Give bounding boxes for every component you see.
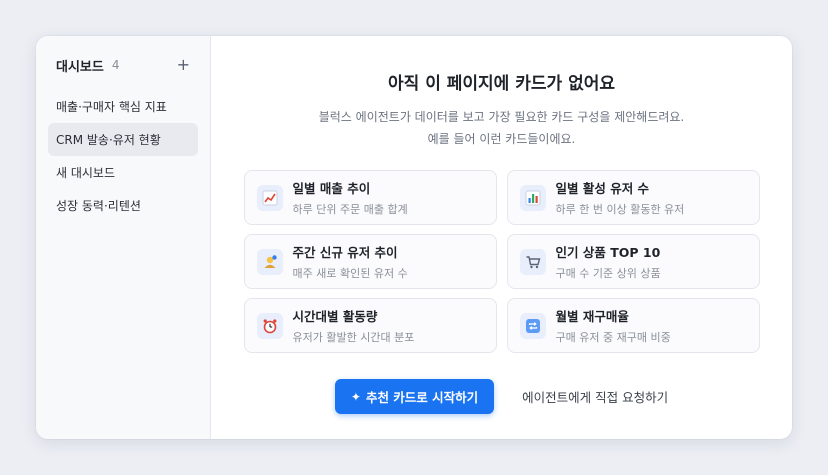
add-dashboard-icon[interactable]: +: [177, 57, 190, 73]
card-title: 일별 매출 추이: [292, 181, 371, 196]
card-description: 하루 단위 주문 매출 합계: [292, 203, 408, 216]
dashboard-count-badge: 4: [111, 58, 120, 72]
sidebar-header: 대시보드 4 +: [48, 54, 198, 76]
card-title: 주간 신규 유저 추이: [292, 245, 398, 260]
description-line-2: 예를 들어 이런 카드들이에요.: [427, 132, 576, 146]
suggested-card-daily-active-users[interactable]: 일별 활성 유저 수 하루 한 번 이상 활동한 유저: [506, 170, 760, 225]
card-title: 일별 활성 유저 수: [555, 181, 650, 196]
suggested-card-daily-revenue[interactable]: 일별 매출 추이 하루 단위 주문 매출 합계: [243, 170, 497, 225]
sidebar-item-crm[interactable]: CRM 발송·유저 현황: [48, 123, 198, 156]
alarm-clock-icon: [256, 312, 283, 339]
card-title: 시간대별 활동량: [292, 309, 378, 324]
repeat-icon: [519, 312, 546, 339]
suggested-card-monthly-repurchase[interactable]: 월별 재구매율 구매 유저 중 재구매 비중: [506, 298, 760, 353]
line-chart-icon: [256, 184, 283, 211]
card-description: 구매 수 기준 상위 상품: [555, 267, 661, 280]
sparkle-icon: ✦: [350, 389, 361, 404]
start-with-recommended-label: 추천 카드로 시작하기: [365, 390, 479, 405]
new-user-icon: [256, 248, 283, 275]
sidebar-item-sales-kpi[interactable]: 매출·구매자 핵심 지표: [48, 90, 198, 123]
suggested-card-top-products[interactable]: 인기 상품 TOP 10 구매 수 기준 상위 상품: [506, 234, 760, 289]
card-description: 유저가 활발한 시간대 분포: [292, 331, 415, 344]
sidebar-item-label: CRM 발송·유저 현황: [56, 133, 161, 147]
empty-state-description: 블럭스 에이전트가 데이터를 보고 가장 필요한 카드 구성을 제안해드려요. …: [319, 106, 685, 150]
ask-agent-button[interactable]: 에이전트에게 직접 요청하기: [522, 387, 668, 406]
sidebar-item-label: 성장 동력·리텐션: [56, 199, 141, 213]
empty-state-title: 아직 이 페이지에 카드가 없어요: [388, 74, 615, 94]
sidebar-item-label: 매출·구매자 핵심 지표: [56, 100, 167, 114]
cart-icon: [519, 248, 546, 275]
suggested-card-weekly-new-users[interactable]: 주간 신규 유저 추이 매주 새로 확인된 유저 수: [243, 234, 497, 289]
suggested-card-hourly-activity[interactable]: 시간대별 활동량 유저가 활발한 시간대 분포: [243, 298, 497, 353]
empty-state-panel: 아직 이 페이지에 카드가 없어요 블럭스 에이전트가 데이터를 보고 가장 필…: [211, 36, 792, 439]
bar-chart-icon: [519, 184, 546, 211]
sidebar-item-new-dashboard[interactable]: 새 대시보드: [48, 156, 198, 189]
dashboard-window: 대시보드 4 + 매출·구매자 핵심 지표 CRM 발송·유저 현황 새 대시보…: [36, 36, 792, 439]
sidebar-title: 대시보드: [56, 59, 104, 75]
suggested-cards-grid: 일별 매출 추이 하루 단위 주문 매출 합계 일별 활성 유저 수 하루 한 …: [243, 170, 760, 353]
sidebar: 대시보드 4 + 매출·구매자 핵심 지표 CRM 발송·유저 현황 새 대시보…: [36, 36, 211, 439]
sidebar-item-growth-retention[interactable]: 성장 동력·리텐션: [48, 189, 198, 222]
card-title: 월별 재구매율: [555, 309, 629, 324]
card-description: 하루 한 번 이상 활동한 유저: [555, 203, 685, 216]
description-line-1: 블럭스 에이전트가 데이터를 보고 가장 필요한 카드 구성을 제안해드려요.: [318, 110, 685, 124]
action-row: ✦ 추천 카드로 시작하기 에이전트에게 직접 요청하기: [334, 379, 668, 414]
start-with-recommended-button[interactable]: ✦ 추천 카드로 시작하기: [334, 379, 495, 414]
card-description: 구매 유저 중 재구매 비중: [555, 331, 671, 344]
card-description: 매주 새로 확인된 유저 수: [292, 267, 408, 280]
card-title: 인기 상품 TOP 10: [555, 245, 661, 260]
sidebar-item-label: 새 대시보드: [56, 166, 116, 180]
